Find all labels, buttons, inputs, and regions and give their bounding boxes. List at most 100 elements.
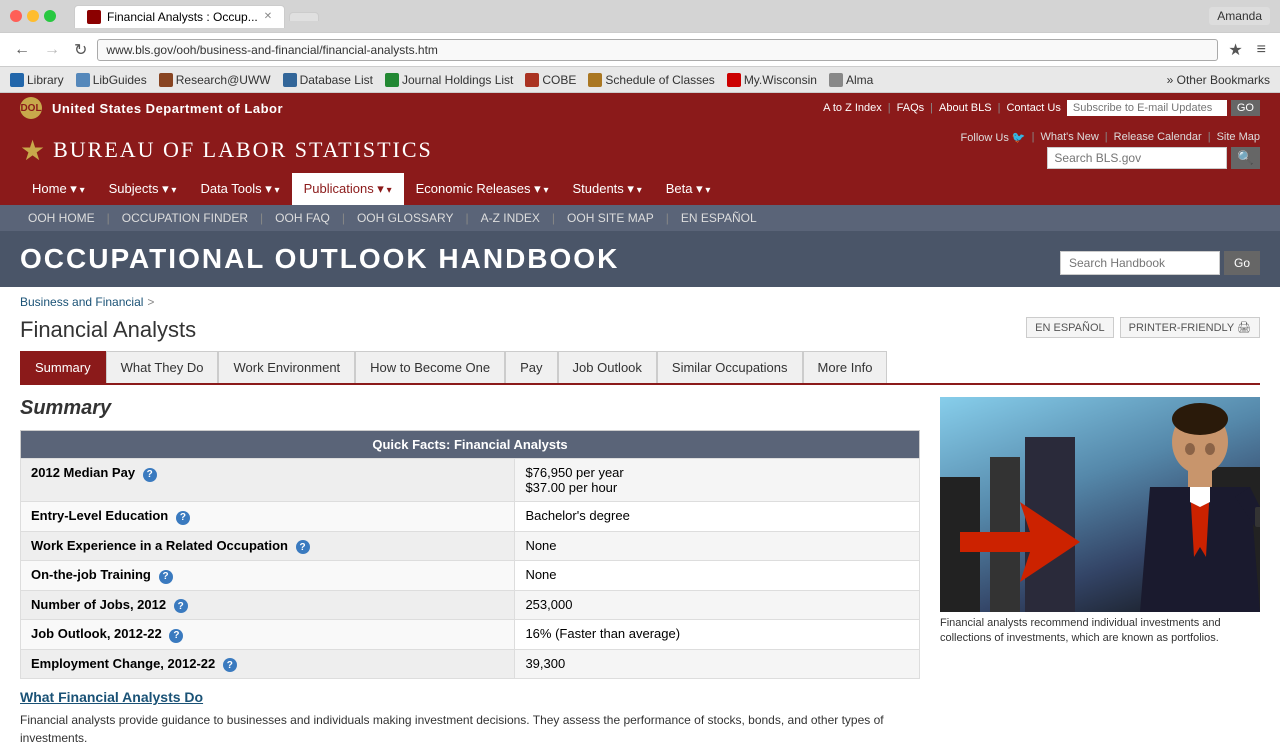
info-icon[interactable]: ? — [174, 599, 188, 613]
link-follow-us[interactable]: Follow Us 🐦 — [961, 131, 1026, 144]
link-release-calendar[interactable]: Release Calendar — [1114, 131, 1202, 144]
espanol-link[interactable]: EN ESPAÑOL — [1026, 317, 1114, 338]
ooh-search-input[interactable] — [1060, 251, 1220, 275]
close-button[interactable] — [10, 10, 22, 22]
link-site-map[interactable]: Site Map — [1217, 131, 1260, 144]
link-faqs[interactable]: FAQs — [897, 102, 925, 114]
row-value: None — [515, 561, 920, 591]
link-about-bls[interactable]: About BLS — [939, 102, 992, 114]
maximize-button[interactable] — [44, 10, 56, 22]
tab-similar-occupations[interactable]: Similar Occupations — [657, 351, 803, 383]
tab-more-info[interactable]: More Info — [803, 351, 888, 383]
ooh-occupation-finder-link[interactable]: OCCUPATION FINDER — [114, 205, 256, 231]
bls-search-button[interactable]: 🔍 — [1231, 147, 1260, 169]
traffic-lights — [10, 10, 56, 22]
top-links: A to Z Index | FAQs | About BLS | Contac… — [823, 100, 1260, 116]
ooh-search-button[interactable]: Go — [1224, 251, 1260, 275]
reload-button[interactable]: ↻ — [70, 38, 91, 62]
info-icon[interactable]: ? — [169, 629, 183, 643]
ooh-az-index-link[interactable]: A-Z INDEX — [473, 205, 548, 231]
row-label: Job Outlook, 2012-22 ? — [21, 620, 515, 650]
minimize-button[interactable] — [27, 10, 39, 22]
nav-students[interactable]: Students ▾ — [560, 173, 653, 205]
url-input[interactable] — [97, 39, 1218, 61]
back-button[interactable]: ← — [10, 39, 34, 61]
bookmark-database[interactable]: Database List — [283, 73, 373, 87]
subscribe-input[interactable] — [1067, 100, 1227, 116]
bookmark-research[interactable]: Research@UWW — [159, 73, 271, 87]
ooh-glossary-link[interactable]: OOH GLOSSARY — [349, 205, 461, 231]
new-tab[interactable] — [289, 12, 319, 21]
info-icon[interactable]: ? — [296, 540, 310, 554]
info-icon[interactable]: ? — [143, 468, 157, 482]
header-links: Follow Us 🐦 | What's New | Release Calen… — [961, 131, 1260, 144]
bookmark-label: Schedule of Classes — [605, 73, 714, 87]
nav-data-tools[interactable]: Data Tools ▾ — [188, 173, 291, 205]
nav-students-link[interactable]: Students ▾ — [560, 173, 653, 205]
bookmark-schedule[interactable]: Schedule of Classes — [588, 73, 714, 87]
tab-what-they-do[interactable]: What They Do — [106, 351, 219, 383]
nav-publications[interactable]: Publications ▾ — [292, 173, 404, 205]
breadcrumb-link[interactable]: Business and Financial — [20, 295, 143, 309]
bookmark-star-icon[interactable]: ★ — [1224, 38, 1246, 62]
row-label: Entry-Level Education ? — [21, 502, 515, 532]
table-row: Job Outlook, 2012-22 ? 16% (Faster than … — [21, 620, 920, 650]
info-icon[interactable]: ? — [159, 570, 173, 584]
link-a-to-z[interactable]: A to Z Index — [823, 102, 882, 114]
bookmark-label: Alma — [846, 73, 873, 87]
info-icon[interactable]: ? — [176, 511, 190, 525]
link-whats-new[interactable]: What's New — [1040, 131, 1098, 144]
bls-search-input[interactable] — [1047, 147, 1227, 169]
summary-content: Summary Quick Facts: Financial Analysts … — [20, 397, 1260, 747]
bookmark-library[interactable]: Library — [10, 73, 64, 87]
bookmark-cobe[interactable]: COBE — [525, 73, 576, 87]
what-they-do-link[interactable]: What Financial Analysts Do — [20, 689, 920, 705]
menu-icon[interactable]: ≡ — [1253, 39, 1270, 61]
nav-subjects[interactable]: Subjects ▾ — [97, 173, 189, 205]
bookmark-label: Database List — [300, 73, 373, 87]
nav-beta[interactable]: Beta ▾ — [654, 173, 723, 205]
bookmark-alma[interactable]: Alma — [829, 73, 873, 87]
bookmark-label: Library — [27, 73, 64, 87]
tab-summary[interactable]: Summary — [20, 351, 106, 383]
libguides-icon — [76, 73, 90, 87]
bookmark-libguides[interactable]: LibGuides — [76, 73, 147, 87]
table-row: Work Experience in a Related Occupation … — [21, 531, 920, 561]
nav-economic-releases[interactable]: Economic Releases ▾ — [404, 173, 561, 205]
ooh-nav: OOH HOME | OCCUPATION FINDER | OOH FAQ |… — [0, 205, 1280, 231]
tab-pay[interactable]: Pay — [505, 351, 557, 383]
description-text: Financial analysts provide guidance to b… — [20, 711, 920, 747]
nav-economic-releases-link[interactable]: Economic Releases ▾ — [404, 173, 561, 205]
wisconsin-icon — [727, 73, 741, 87]
row-value: 39,300 — [515, 649, 920, 679]
nav-publications-link[interactable]: Publications ▾ — [292, 173, 404, 205]
page-actions: EN ESPAÑOL PRINTER-FRIENDLY 🖨 — [1026, 317, 1260, 338]
subscribe-go-button[interactable]: GO — [1231, 100, 1260, 116]
nav-home[interactable]: Home ▾ — [20, 173, 97, 205]
analyst-image — [940, 397, 1260, 612]
nav-subjects-link[interactable]: Subjects ▾ — [97, 173, 189, 205]
tab-close-icon[interactable]: ✕ — [264, 11, 272, 22]
nav-data-tools-link[interactable]: Data Tools ▾ — [188, 173, 291, 205]
forward-button[interactable]: → — [40, 39, 64, 61]
nav-home-link[interactable]: Home ▾ — [20, 173, 97, 205]
link-contact-us[interactable]: Contact Us — [1006, 102, 1060, 114]
bureau-title-block: Bureau of Labor Statistics — [53, 137, 433, 163]
ooh-home-link[interactable]: OOH HOME — [20, 205, 103, 231]
bookmark-wisconsin[interactable]: My.Wisconsin — [727, 73, 817, 87]
nav-beta-link[interactable]: Beta ▾ — [654, 173, 723, 205]
bookmarks-bar: Library LibGuides Research@UWW Database … — [0, 66, 1280, 92]
ooh-espanol-link[interactable]: EN ESPAÑOL — [673, 205, 765, 231]
tab-job-outlook[interactable]: Job Outlook — [558, 351, 657, 383]
info-icon[interactable]: ? — [223, 658, 237, 672]
row-value: 253,000 — [515, 590, 920, 620]
ooh-site-map-link[interactable]: OOH SITE MAP — [559, 205, 662, 231]
tab-how-to-become-one[interactable]: How to Become One — [355, 351, 505, 383]
printer-friendly-link[interactable]: PRINTER-FRIENDLY 🖨 — [1120, 317, 1260, 338]
bookmark-journals[interactable]: Journal Holdings List — [385, 73, 513, 87]
bookmark-other[interactable]: » Other Bookmarks — [1167, 73, 1270, 87]
row-value: None — [515, 531, 920, 561]
tab-work-environment[interactable]: Work Environment — [218, 351, 355, 383]
ooh-faq-link[interactable]: OOH FAQ — [267, 205, 338, 231]
active-tab[interactable]: Financial Analysts : Occup... ✕ — [74, 5, 285, 28]
